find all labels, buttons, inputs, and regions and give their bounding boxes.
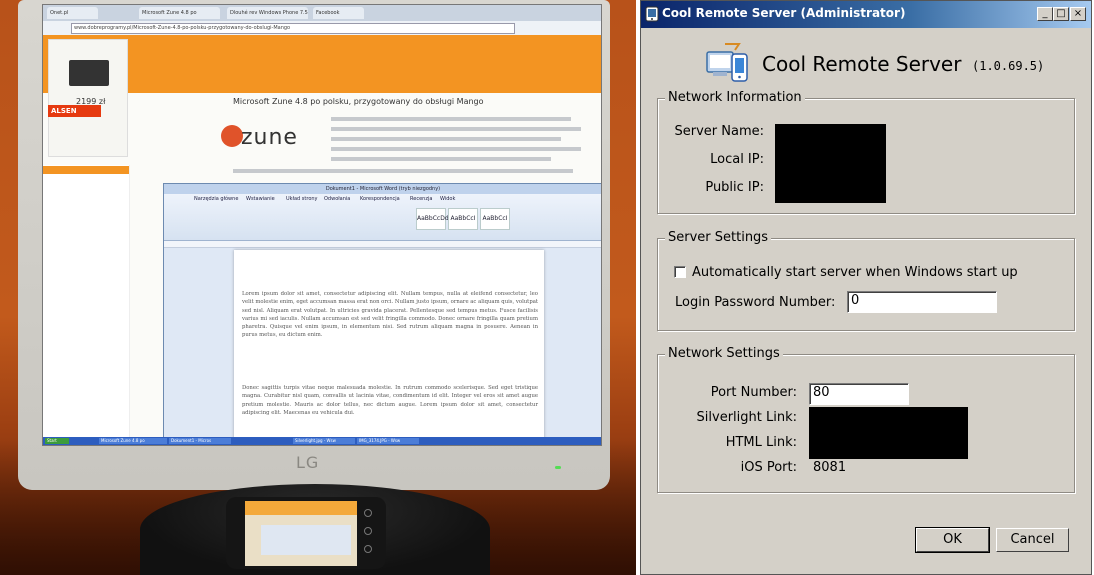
monitor-screen: Onet.pl Microsoft Zune 4.8 po Dlouhé rev… bbox=[42, 4, 602, 446]
article-heading: Microsoft Zune 4.8 po polsku, przygotowa… bbox=[233, 97, 484, 106]
article-line bbox=[331, 137, 561, 141]
word-ribbon-tab: Narzędzia główne bbox=[194, 196, 239, 202]
taskbar-item: Dokument1 - Micros bbox=[169, 438, 231, 444]
phone-back-button bbox=[364, 509, 372, 517]
browser-tab: Facebook bbox=[313, 7, 364, 19]
autostart-label[interactable]: Automatically start server when Windows … bbox=[692, 265, 1018, 280]
word-style-sample: AaBbCcDd bbox=[416, 208, 449, 230]
taskbar-item: Silverlight.jpg - Wsw bbox=[293, 438, 355, 444]
port-number-input[interactable]: 80 bbox=[809, 383, 909, 405]
browser-tab: Dlouhé rev Windows Phone 7.5 bbox=[227, 7, 308, 19]
public-ip-label: Public IP: bbox=[705, 180, 764, 195]
redacted-network-info bbox=[775, 124, 886, 203]
ios-port-value: 8081 bbox=[813, 460, 847, 475]
server-settings-legend: Server Settings bbox=[665, 230, 772, 245]
ad-brand: ALSEN bbox=[48, 105, 101, 117]
network-settings-legend: Network Settings bbox=[665, 346, 783, 361]
site-left-column bbox=[43, 165, 130, 445]
windows-phone bbox=[226, 497, 386, 569]
phone-screen bbox=[245, 501, 357, 566]
word-ribbon-tab: Recenzja bbox=[410, 196, 433, 202]
browser-url: www.dobreprogramy.pl/Microsoft-Zune-4.8-… bbox=[71, 23, 515, 34]
cancel-button[interactable]: Cancel bbox=[996, 528, 1069, 552]
app-icon bbox=[645, 6, 659, 22]
word-page: Lorem ipsum dolor sit amet, consectetur … bbox=[234, 250, 544, 445]
article-line bbox=[331, 147, 581, 151]
phone-windows-button bbox=[364, 527, 372, 535]
word-ribbon-tab: Układ strony bbox=[286, 196, 318, 202]
taskbar-item: IMG_3174.JPG - Wsw bbox=[357, 438, 419, 444]
window-title: Cool Remote Server (Administrator) bbox=[662, 6, 906, 20]
word-ribbon-tab: Odwołania bbox=[324, 196, 351, 202]
word-ruler bbox=[164, 241, 601, 248]
word-ribbon-tab: Widok bbox=[440, 196, 456, 202]
password-input[interactable]: 0 bbox=[847, 291, 997, 313]
password-label: Login Password Number: bbox=[675, 295, 836, 310]
network-information-legend: Network Information bbox=[665, 90, 805, 105]
site-nav-strip bbox=[43, 166, 129, 174]
autostart-checkbox[interactable] bbox=[674, 266, 686, 278]
word-style-sample: AaBbCcI bbox=[480, 208, 510, 230]
title-bar[interactable]: Cool Remote Server (Administrator) _ □ × bbox=[641, 1, 1091, 28]
article-line bbox=[331, 127, 581, 131]
article-line bbox=[233, 169, 573, 173]
power-led bbox=[555, 466, 561, 469]
silverlight-link-label: Silverlight Link: bbox=[696, 410, 797, 425]
maximize-button[interactable]: □ bbox=[1053, 7, 1069, 21]
port-number-label: Port Number: bbox=[710, 385, 797, 400]
word-ribbon-tab: Korespondencja bbox=[360, 196, 400, 202]
phone-screen-header bbox=[245, 501, 357, 515]
word-ribbon: Narzędzia główne Wstawianie Układ strony… bbox=[164, 194, 601, 241]
windows-taskbar: Start Microsoft Zune 4.8 po Dokument1 - … bbox=[43, 437, 601, 445]
zune-logo: zune bbox=[241, 125, 298, 150]
word-ribbon-tab: Wstawianie bbox=[246, 196, 275, 202]
server-name-label: Server Name: bbox=[674, 124, 765, 139]
laptop-image bbox=[69, 60, 109, 86]
word-style-sample: AaBbCcI bbox=[448, 208, 478, 230]
browser-tab: Onet.pl bbox=[47, 7, 98, 19]
minimize-button[interactable]: _ bbox=[1037, 7, 1053, 21]
close-button[interactable]: × bbox=[1070, 7, 1086, 21]
article-line bbox=[331, 157, 551, 161]
word-paragraph: Donec sagittis turpis vitae neque malesu… bbox=[242, 385, 538, 416]
phone-search-button bbox=[364, 545, 372, 553]
article-line bbox=[331, 117, 571, 121]
word-titlebar: Dokument1 - Microsoft Word (tryb niezgod… bbox=[164, 184, 601, 194]
word-window: Dokument1 - Microsoft Word (tryb niezgod… bbox=[163, 183, 601, 445]
html-link-label: HTML Link: bbox=[725, 435, 797, 450]
app-title: Cool Remote Server bbox=[762, 52, 962, 76]
remote-server-icon bbox=[706, 43, 748, 82]
phone-screen-window bbox=[261, 525, 351, 555]
cool-remote-server-window: Cool Remote Server (Administrator) _ □ ×… bbox=[640, 0, 1092, 575]
ios-port-label: iOS Port: bbox=[740, 460, 797, 475]
photo-monitor-and-phone: LG Onet.pl Microsoft Zune 4.8 po Dlouhé … bbox=[0, 0, 636, 575]
app-version: (1.0.69.5) bbox=[972, 59, 1045, 73]
zune-logo-mark bbox=[221, 125, 243, 147]
local-ip-label: Local IP: bbox=[710, 152, 764, 167]
ok-button[interactable]: OK bbox=[915, 527, 990, 553]
start-button: Start bbox=[45, 438, 69, 444]
redacted-links bbox=[809, 407, 968, 459]
word-paragraph: Lorem ipsum dolor sit amet, consectetur … bbox=[242, 291, 538, 339]
server-settings-group: Server Settings bbox=[657, 230, 1075, 331]
browser-tab: Microsoft Zune 4.8 po bbox=[139, 7, 220, 19]
taskbar-item: Microsoft Zune 4.8 po bbox=[99, 438, 167, 444]
monitor-logo: LG bbox=[296, 453, 320, 472]
browser-tabstrip: Onet.pl Microsoft Zune 4.8 po Dlouhé rev… bbox=[43, 5, 601, 21]
